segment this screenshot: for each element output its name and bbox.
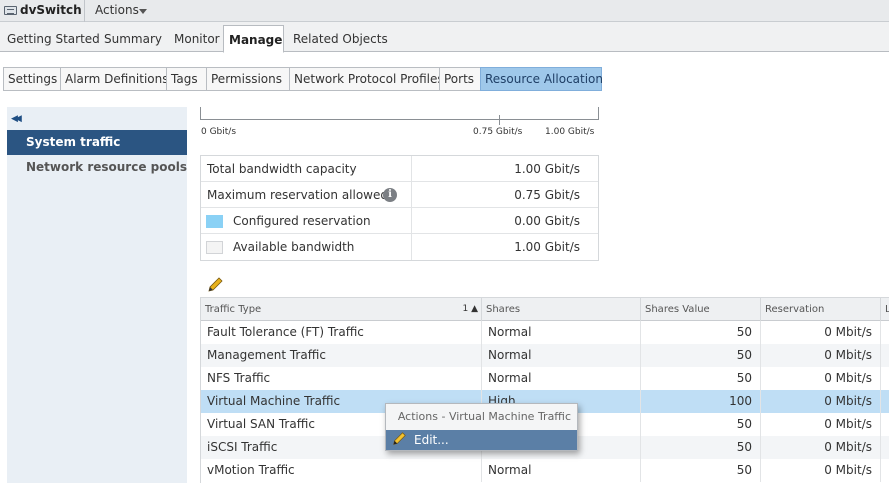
- object-title: dvSwitch: [20, 3, 82, 17]
- title-separator: [84, 0, 85, 22]
- cell-shares-value: 50: [641, 413, 761, 436]
- tab-manage[interactable]: Manage: [223, 25, 284, 53]
- column-header-limit[interactable]: L: [881, 298, 889, 321]
- tab-monitor[interactable]: Monitor: [169, 26, 225, 52]
- column-header-shares-value[interactable]: Shares Value: [641, 298, 761, 321]
- switch-icon: [4, 6, 17, 15]
- column-header-shares[interactable]: Shares: [482, 298, 641, 321]
- sort-ascending-icon: 1 ▲: [462, 304, 478, 314]
- left-navigation-panel: ◀◀ System traffic Network resource pools: [7, 107, 187, 483]
- grid-header: Traffic Type 1 ▲ Shares Shares Value Res…: [201, 297, 889, 321]
- cell-traffic-type: vMotion Traffic: [201, 459, 482, 482]
- bandwidth-bar: [200, 107, 599, 120]
- cell-traffic-type: NFS Traffic: [201, 367, 482, 390]
- double-chevron-left-icon[interactable]: ◀◀: [11, 114, 22, 124]
- actions-menu-button[interactable]: Actions: [95, 3, 139, 17]
- cell-reservation: 0 Mbit/s: [761, 344, 881, 367]
- context-menu: Actions - Virtual Machine Traffic Edit..…: [385, 403, 578, 451]
- cell-reservation: 0 Mbit/s: [761, 436, 881, 459]
- subtab-ports[interactable]: Ports: [439, 67, 480, 91]
- cell-reservation: 0 Mbit/s: [761, 321, 881, 344]
- summary-value: 1.00 Gbit/s: [514, 240, 580, 254]
- summary-label: Configured reservation: [233, 214, 371, 228]
- cell-shares-value: 50: [641, 436, 761, 459]
- tab-summary[interactable]: Summary: [99, 26, 167, 52]
- available-swatch: [206, 241, 223, 254]
- traffic-type-grid: Traffic Type 1 ▲ Shares Shares Value Res…: [200, 297, 889, 483]
- summary-row-total: Total bandwidth capacity 1.00 Gbit/s: [201, 156, 598, 182]
- info-icon[interactable]: i: [383, 188, 397, 202]
- cell-shares-value: 100: [641, 390, 761, 413]
- cell-shares: Normal: [482, 459, 641, 482]
- bandwidth-tick-075: [499, 115, 500, 125]
- context-menu-header: Actions - Virtual Machine Traffic: [397, 410, 571, 423]
- cell-shares-value: 50: [641, 459, 761, 482]
- cell-reservation: 0 Mbit/s: [761, 367, 881, 390]
- configured-swatch: [206, 215, 223, 228]
- subtab-network-protocol-profiles[interactable]: Network Protocol Profiles: [289, 67, 444, 91]
- context-menu-edit[interactable]: Edit...: [386, 430, 577, 450]
- summary-divider: [411, 234, 412, 260]
- bandwidth-tick-label-100: 1.00 Gbit/s: [545, 127, 595, 137]
- summary-divider: [411, 182, 412, 208]
- tab-related-objects[interactable]: Related Objects: [288, 26, 393, 52]
- nav-item-system-traffic[interactable]: System traffic: [7, 130, 187, 155]
- summary-value: 0.75 Gbit/s: [514, 188, 580, 202]
- subtab-alarm-definitions[interactable]: Alarm Definitions: [60, 67, 168, 91]
- pencil-icon: [393, 432, 406, 445]
- summary-divider: [411, 156, 412, 182]
- cell-traffic-type: Fault Tolerance (FT) Traffic: [201, 321, 482, 344]
- cell-shares: Normal: [482, 367, 641, 390]
- table-row[interactable]: vMotion Traffic Normal 50 0 Mbit/s: [201, 459, 889, 482]
- nav-item-network-resource-pools[interactable]: Network resource pools: [7, 155, 187, 180]
- bandwidth-tick-label-075: 0.75 Gbit/s: [473, 127, 523, 137]
- table-row[interactable]: Management Traffic Normal 50 0 Mbit/s: [201, 344, 889, 367]
- main-tabs: Getting Started Summary Monitor Manage R…: [0, 22, 889, 53]
- cell-shares-value: 50: [641, 367, 761, 390]
- summary-row-available: Available bandwidth 1.00 Gbit/s: [201, 234, 598, 260]
- tab-getting-started[interactable]: Getting Started: [2, 26, 105, 52]
- cell-shares: Normal: [482, 344, 641, 367]
- column-header-label: Traffic Type: [205, 304, 262, 315]
- cell-reservation: 0 Mbit/s: [761, 459, 881, 482]
- bandwidth-summary-table: Total bandwidth capacity 1.00 Gbit/s Max…: [200, 155, 599, 261]
- column-header-traffic-type[interactable]: Traffic Type 1 ▲: [201, 298, 482, 321]
- subtab-permissions[interactable]: Permissions: [206, 67, 289, 91]
- table-row[interactable]: NFS Traffic Normal 50 0 Mbit/s: [201, 367, 889, 390]
- cell-traffic-type: Management Traffic: [201, 344, 482, 367]
- cell-shares-value: 50: [641, 321, 761, 344]
- bandwidth-tick-label-0: 0 Gbit/s: [201, 127, 237, 137]
- caret-down-icon[interactable]: [139, 9, 147, 14]
- summary-divider: [411, 208, 412, 234]
- pencil-icon[interactable]: [206, 276, 224, 294]
- summary-value: 0.00 Gbit/s: [514, 214, 580, 228]
- summary-row-configured: Configured reservation 0.00 Gbit/s: [201, 208, 598, 234]
- summary-label: Maximum reservation allowed: [207, 188, 388, 202]
- table-row[interactable]: Fault Tolerance (FT) Traffic Normal 50 0 Mb…: [201, 321, 889, 344]
- cell-reservation: 0 Mbit/s: [761, 413, 881, 436]
- subtab-tags[interactable]: Tags: [166, 67, 206, 91]
- summary-label: Available bandwidth: [233, 240, 355, 254]
- column-header-reservation[interactable]: Reservation: [761, 298, 881, 321]
- title-bar: dvSwitch Actions: [0, 0, 889, 22]
- cell-shares-value: 50: [641, 344, 761, 367]
- cell-shares: Normal: [482, 321, 641, 344]
- summary-value: 1.00 Gbit/s: [514, 162, 580, 176]
- summary-row-max-reservation: Maximum reservation allowed i 0.75 Gbit/…: [201, 182, 598, 208]
- summary-label: Total bandwidth capacity: [207, 162, 357, 176]
- subtab-resource-allocation[interactable]: Resource Allocation: [480, 67, 603, 91]
- cell-reservation: 0 Mbit/s: [761, 390, 881, 413]
- subtab-settings[interactable]: Settings: [3, 67, 60, 91]
